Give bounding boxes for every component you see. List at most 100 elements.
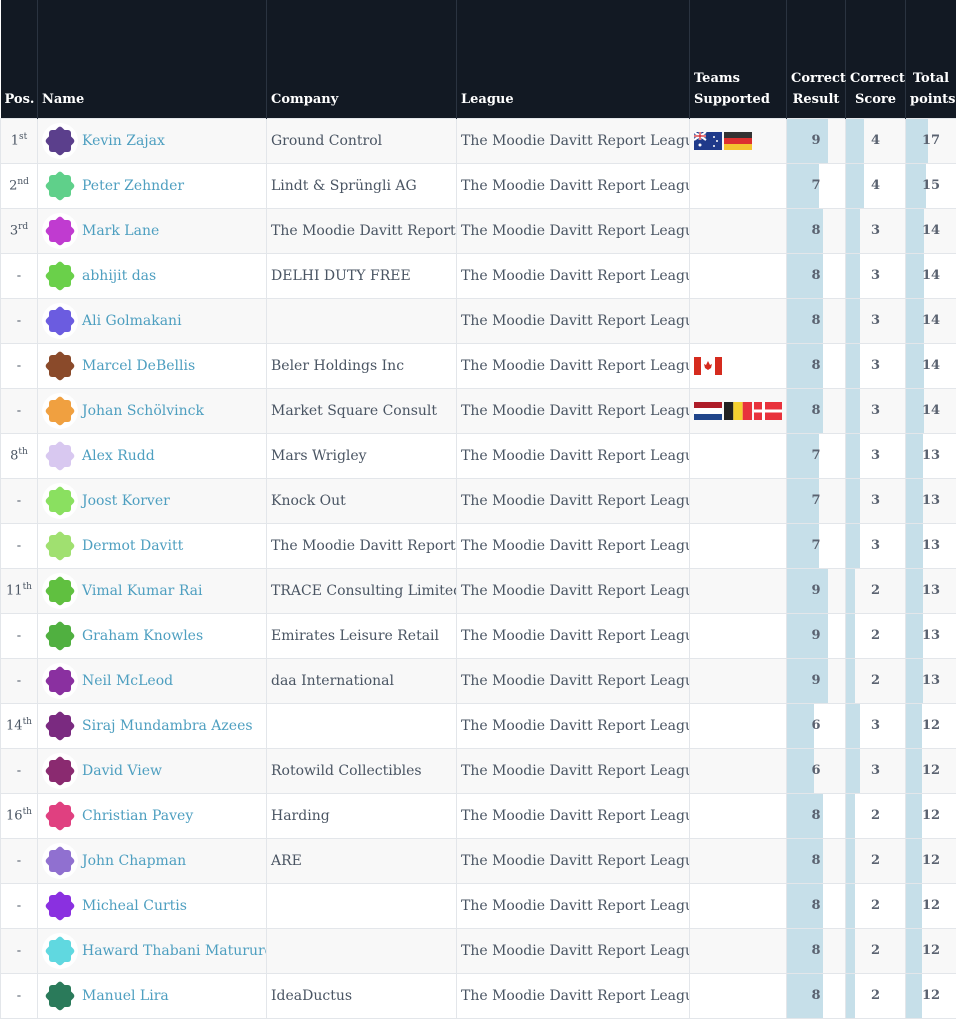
company-cell: Ground Control	[266, 117, 457, 164]
company-cell: Emirates Leisure Retail	[266, 612, 457, 659]
tp-cell: 12	[905, 972, 956, 1019]
position-suffix: th	[22, 807, 32, 818]
tp-bar	[906, 479, 923, 522]
table-row: - Marcel DeBellis Beler Holdings Inc The…	[0, 342, 956, 389]
player-name-link[interactable]: Kevin Zajax	[82, 133, 165, 149]
flag-australia-icon	[693, 130, 722, 150]
cs-cell: 2	[845, 567, 906, 614]
position: 1	[10, 133, 20, 149]
header-total-points[interactable]: Total points	[905, 0, 956, 118]
cs-value: 2	[870, 673, 881, 688]
position-cell: 8th	[0, 432, 38, 479]
player-name-link[interactable]: Joost Korver	[82, 493, 170, 509]
cs-bar	[846, 929, 855, 972]
tp-bar	[906, 749, 922, 792]
header-teams[interactable]: Teams Supported	[689, 0, 787, 118]
teams-cell	[689, 882, 787, 929]
tp-cell: 12	[905, 837, 956, 884]
table-row: 1st Kevin Zajax Ground Control The Moodi…	[0, 117, 956, 164]
company-cell: Lindt & Sprüngli AG	[266, 162, 457, 209]
player-name-link[interactable]: Manuel Lira	[82, 988, 169, 1004]
table-row: - abhijit das DELHI DUTY FREE The Moodie…	[0, 252, 956, 299]
player-name-link[interactable]: Marcel DeBellis	[82, 358, 195, 374]
tp-bar	[906, 884, 922, 927]
player-name-link[interactable]: Neil McLeod	[82, 673, 173, 689]
name-cell: Peter Zehnder	[37, 162, 267, 209]
position: -	[16, 358, 22, 374]
cr-bar	[787, 749, 814, 792]
player-name-link[interactable]: Micheal Curtis	[82, 898, 187, 914]
tp-value: 13	[921, 583, 941, 598]
name-cell: Graham Knowles	[37, 612, 267, 659]
player-name-link[interactable]: Alex Rudd	[82, 448, 155, 464]
player-name-link[interactable]: David View	[82, 763, 162, 779]
player-name-link[interactable]: Haward Thabani Maturure	[82, 943, 266, 959]
name-cell: John Chapman	[37, 837, 267, 884]
cr-value: 6	[811, 718, 821, 733]
player-name-link[interactable]: Mark Lane	[82, 223, 159, 239]
tp-bar	[906, 974, 922, 1017]
cs-value: 3	[870, 223, 881, 238]
header-name[interactable]: Name	[37, 0, 267, 118]
name-cell: Micheal Curtis	[37, 882, 267, 929]
cr-value: 8	[811, 313, 821, 328]
cs-bar	[846, 839, 855, 882]
cr-bar	[787, 614, 828, 657]
player-name-link[interactable]: Johan Schölvinck	[82, 403, 204, 419]
tp-cell: 14	[905, 297, 956, 344]
avatar	[42, 617, 78, 654]
player-name-link[interactable]: Christian Pavey	[82, 808, 193, 824]
cs-cell: 3	[845, 477, 906, 524]
teams-cell	[689, 342, 787, 389]
cs-bar	[846, 749, 860, 792]
avatar	[42, 392, 78, 429]
cs-cell: 3	[845, 387, 906, 434]
tp-value: 12	[921, 718, 941, 733]
header-correct-score[interactable]: Correct Score	[845, 0, 906, 118]
cs-bar	[846, 794, 855, 837]
table-row: - David View Rotowild Collectibles The M…	[0, 747, 956, 794]
table-row: - Graham Knowles Emirates Leisure Retail…	[0, 612, 956, 659]
position: -	[16, 628, 22, 644]
player-name-link[interactable]: John Chapman	[82, 853, 186, 869]
tp-value: 12	[921, 988, 941, 1003]
player-name-link[interactable]: Siraj Mundambra Azees	[82, 718, 253, 734]
cs-cell: 2	[845, 792, 906, 839]
player-name-link[interactable]: Ali Golmakani	[82, 313, 182, 329]
teams-cell	[689, 252, 787, 299]
tp-value: 13	[921, 538, 941, 553]
cr-value: 8	[811, 853, 821, 868]
player-name-link[interactable]: Vimal Kumar Rai	[82, 583, 203, 599]
header-correct-result[interactable]: Correct Result	[786, 0, 846, 118]
league-cell: The Moodie Davitt Report League	[456, 657, 690, 704]
tp-cell: 14	[905, 342, 956, 389]
tp-bar	[906, 569, 923, 612]
teams-cell	[689, 702, 787, 749]
tp-cell: 12	[905, 702, 956, 749]
flag-germany-icon	[724, 131, 752, 150]
table-row: - Johan Schölvinck Market Square Consult…	[0, 387, 956, 434]
tp-bar	[906, 524, 923, 567]
avatar	[42, 212, 78, 249]
league-cell: The Moodie Davitt Report League	[456, 972, 690, 1019]
header-pos[interactable]: Pos.	[0, 0, 38, 118]
player-name-link[interactable]: abhijit das	[82, 268, 156, 284]
cs-bar	[846, 389, 860, 432]
header-company[interactable]: Company	[266, 0, 457, 118]
position-cell: 11th	[0, 567, 38, 614]
cs-bar	[846, 434, 860, 477]
teams-cell	[689, 207, 787, 254]
avatar	[42, 167, 78, 204]
player-name-link[interactable]: Peter Zehnder	[82, 178, 184, 194]
tp-value: 17	[921, 133, 941, 148]
name-cell: Joost Korver	[37, 477, 267, 524]
company-cell: TRACE Consulting Limited	[266, 567, 457, 614]
header-league[interactable]: League	[456, 0, 690, 118]
player-name-link[interactable]: Graham Knowles	[82, 628, 203, 644]
player-name-link[interactable]: Dermot Davitt	[82, 538, 183, 554]
tp-bar	[906, 704, 922, 747]
cs-value: 4	[870, 133, 881, 148]
position: -	[16, 943, 22, 959]
tp-value: 12	[921, 808, 941, 823]
cr-value: 6	[811, 763, 821, 778]
